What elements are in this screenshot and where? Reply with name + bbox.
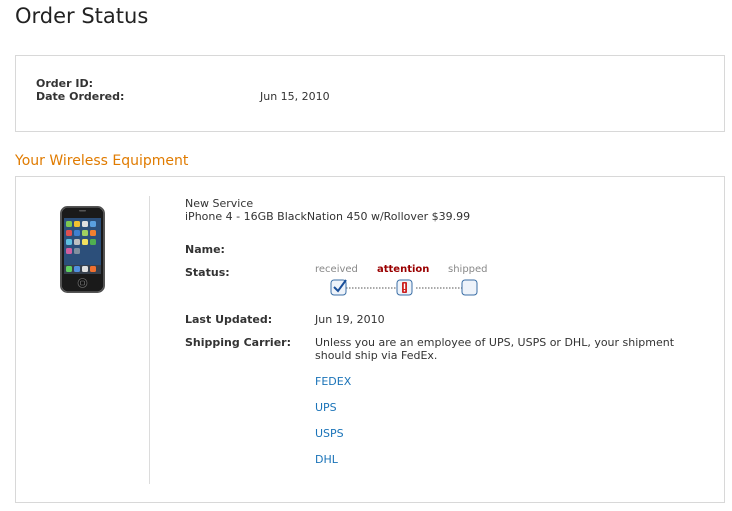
name-label: Name: [185, 243, 225, 256]
carrier-link-usps[interactable]: USPS [315, 427, 344, 440]
iphone-image [60, 206, 105, 293]
empty-box-icon [461, 279, 478, 296]
carrier-link-ups[interactable]: UPS [315, 401, 337, 414]
status-step-attention-label: attention [377, 264, 430, 275]
shipping-carrier-note: Unless you are an employee of UPS, USPS … [315, 336, 675, 362]
last-updated-label: Last Updated: [185, 313, 273, 326]
exclamation-icon [396, 279, 413, 296]
carrier-link-dhl[interactable]: DHL [315, 453, 338, 466]
status-label: Status: [185, 266, 230, 279]
status-tracker [330, 279, 478, 296]
service-type: New Service [185, 197, 254, 210]
status-step-received-label: received [315, 264, 358, 275]
last-updated-value: Jun 19, 2010 [315, 313, 385, 326]
date-ordered-label: Date Ordered: [36, 90, 125, 103]
shipping-carrier-label: Shipping Carrier: [185, 336, 291, 349]
carrier-link-fedex[interactable]: FEDEX [315, 375, 351, 388]
order-id-label: Order ID: [36, 77, 93, 90]
date-ordered-value: Jun 15, 2010 [260, 90, 330, 103]
checkmark-icon [330, 279, 347, 296]
status-step-shipped-label: shipped [448, 264, 488, 275]
page-title: Order Status [15, 4, 149, 28]
section-title-wireless-equipment: Your Wireless Equipment [15, 153, 189, 169]
column-divider [149, 196, 150, 484]
plan-description: iPhone 4 - 16GB BlackNation 450 w/Rollov… [185, 210, 471, 223]
